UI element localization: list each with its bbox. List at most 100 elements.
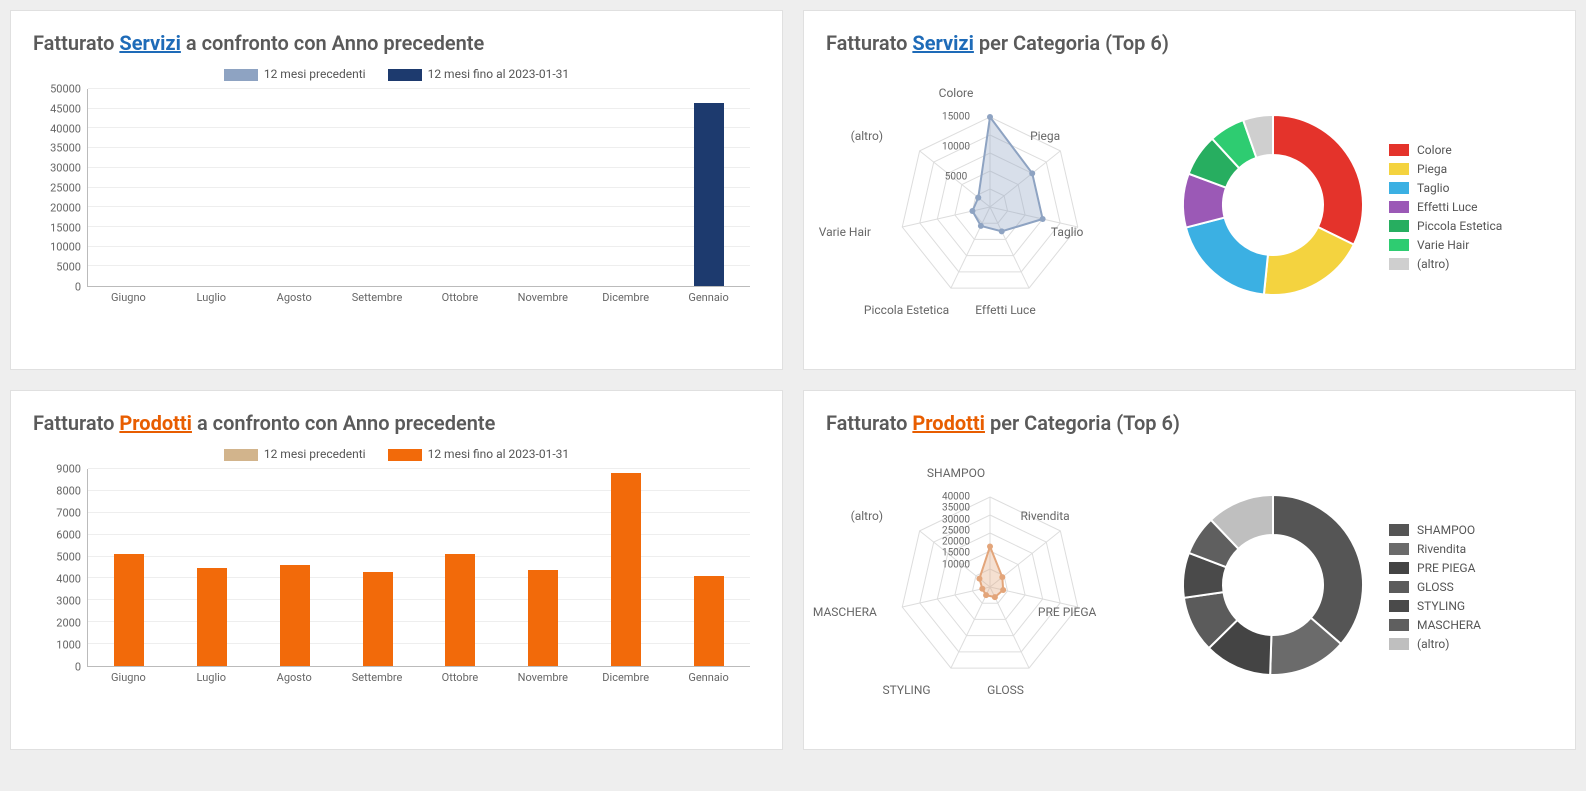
bar [445,554,475,666]
legend-item: Varie Hair [1389,238,1502,252]
donut-slice [1273,495,1363,644]
legend-item: GLOSS [1389,580,1481,594]
x-axis-label: Agosto [277,291,312,304]
legend-item: MASCHERA [1389,618,1481,632]
legend-item: Rivendita [1389,542,1481,556]
card-prodotti-cat: Fatturato Prodotti per Categoria (Top 6)… [803,390,1576,750]
legend-label: Piccola Estetica [1417,219,1502,233]
link-prodotti[interactable]: Prodotti [119,411,192,435]
title-post: a confronto con Anno precedente [192,411,495,435]
title-pre: Fatturato [33,31,119,55]
radar-axis-label: Rivendita [1021,509,1070,523]
bar [280,565,310,666]
card-servizi-bar: Fatturato Servizi a confronto con Anno p… [10,10,783,370]
x-axis-label: Luglio [197,291,227,304]
title-post: per Categoria (Top 6) [985,411,1180,435]
bar [363,572,393,666]
x-axis-label: Gennaio [688,291,728,304]
radar-tick: 25000 [942,525,970,536]
legend-item: (altro) [1389,257,1502,271]
radar-tick: 30000 [942,514,970,525]
bar [114,554,144,666]
title-post: per Categoria (Top 6) [974,31,1169,55]
card-title: Fatturato Prodotti per Categoria (Top 6) [826,411,1553,435]
x-axis-label: Settembre [352,671,403,684]
radar-axis-label: (altro) [851,509,883,523]
bar-chart-servizi: 12 mesi precedenti 12 mesi fino al 2023-… [33,67,760,347]
radar-axis-label: Effetti Luce [975,303,1036,317]
x-axis-label: Giugno [111,671,146,684]
legend-label: STYLING [1417,599,1465,613]
legend-label: MASCHERA [1417,618,1481,632]
radar-axis-label: SHAMPOO [927,466,985,480]
radar-axis-label: PRE PIEGA [1038,605,1096,619]
radar-tick: 35000 [942,503,970,514]
bar [694,103,724,286]
x-axis-label: Luglio [197,671,227,684]
radar-chart-prodotti: SHAMPOORivenditaPRE PIEGAGLOSSSTYLINGMAS… [826,457,1153,717]
radar-axis-label: STYLING [883,683,931,697]
link-servizi[interactable]: Servizi [912,31,974,55]
link-prodotti[interactable]: Prodotti [912,411,985,435]
donut-slice [1264,227,1354,295]
radar-tick: 15000 [942,548,970,559]
legend-label: Colore [1417,143,1452,157]
legend-item: (altro) [1389,637,1481,651]
donut-slice [1186,218,1268,295]
legend-label: Varie Hair [1417,238,1469,252]
legend-item: STYLING [1389,599,1481,613]
radar-axis-label: Piccola Estetica [864,303,949,317]
x-axis-label: Dicembre [602,291,649,304]
legend-label: (altro) [1417,257,1449,271]
card-title: Fatturato Servizi a confronto con Anno p… [33,31,760,55]
radar-axis-label: Colore [939,86,974,100]
radar-axis-label: (altro) [851,129,883,143]
bar-chart-prodotti: 12 mesi precedenti 12 mesi fino al 2023-… [33,447,760,727]
legend-cur: 12 mesi fino al 2023-01-31 [388,447,570,461]
donut-chart-prodotti [1173,485,1373,689]
x-axis-label: Settembre [352,291,403,304]
donut-legend-servizi: Colore Piega Taglio Effetti Luce Piccola Est… [1389,138,1502,276]
donut-chart-servizi [1173,105,1373,309]
legend-label: Rivendita [1417,542,1466,556]
x-axis-label: Novembre [518,671,568,684]
legend-item: Taglio [1389,181,1502,195]
bar [528,570,558,666]
radar-tick: 5000 [945,172,967,183]
radar-tick: 40000 [942,492,970,503]
card-prodotti-bar: Fatturato Prodotti a confronto con Anno … [10,390,783,750]
x-axis-label: Agosto [277,671,312,684]
card-title: Fatturato Servizi per Categoria (Top 6) [826,31,1553,55]
legend-item: PRE PIEGA [1389,561,1481,575]
title-post: a confronto con Anno precedente [181,31,484,55]
title-pre: Fatturato [33,411,119,435]
donut-legend-prodotti: SHAMPOO Rivendita PRE PIEGA GLOSS STYLING MAS… [1389,518,1481,656]
radar-chart-servizi: ColorePiegaTaglioEffetti LucePiccola Est… [826,77,1153,337]
legend-label: PRE PIEGA [1417,561,1475,575]
bar [197,568,227,667]
legend-item: Effetti Luce [1389,200,1502,214]
bar [694,576,724,666]
radar-tick: 10000 [942,559,970,570]
legend-item: Piega [1389,162,1502,176]
x-axis-label: Novembre [518,291,568,304]
legend-item: Piccola Estetica [1389,219,1502,233]
x-axis-label: Gennaio [688,671,728,684]
legend-prev: 12 mesi precedenti [224,67,366,81]
link-servizi[interactable]: Servizi [119,31,181,55]
legend-label: Effetti Luce [1417,200,1478,214]
radar-axis-label: Taglio [1051,225,1083,239]
radar-axis-label: GLOSS [987,683,1024,697]
legend-label: (altro) [1417,637,1449,651]
bar [611,473,641,666]
title-pre: Fatturato [826,31,912,55]
legend-label: SHAMPOO [1417,523,1475,537]
x-axis-label: Giugno [111,291,146,304]
x-axis-label: Ottobre [442,291,479,304]
radar-tick: 20000 [942,537,970,548]
radar-tick: 15000 [942,112,970,123]
legend-prev: 12 mesi precedenti [224,447,366,461]
x-axis-label: Dicembre [602,671,649,684]
legend-cur: 12 mesi fino al 2023-01-31 [388,67,570,81]
card-title: Fatturato Prodotti a confronto con Anno … [33,411,760,435]
